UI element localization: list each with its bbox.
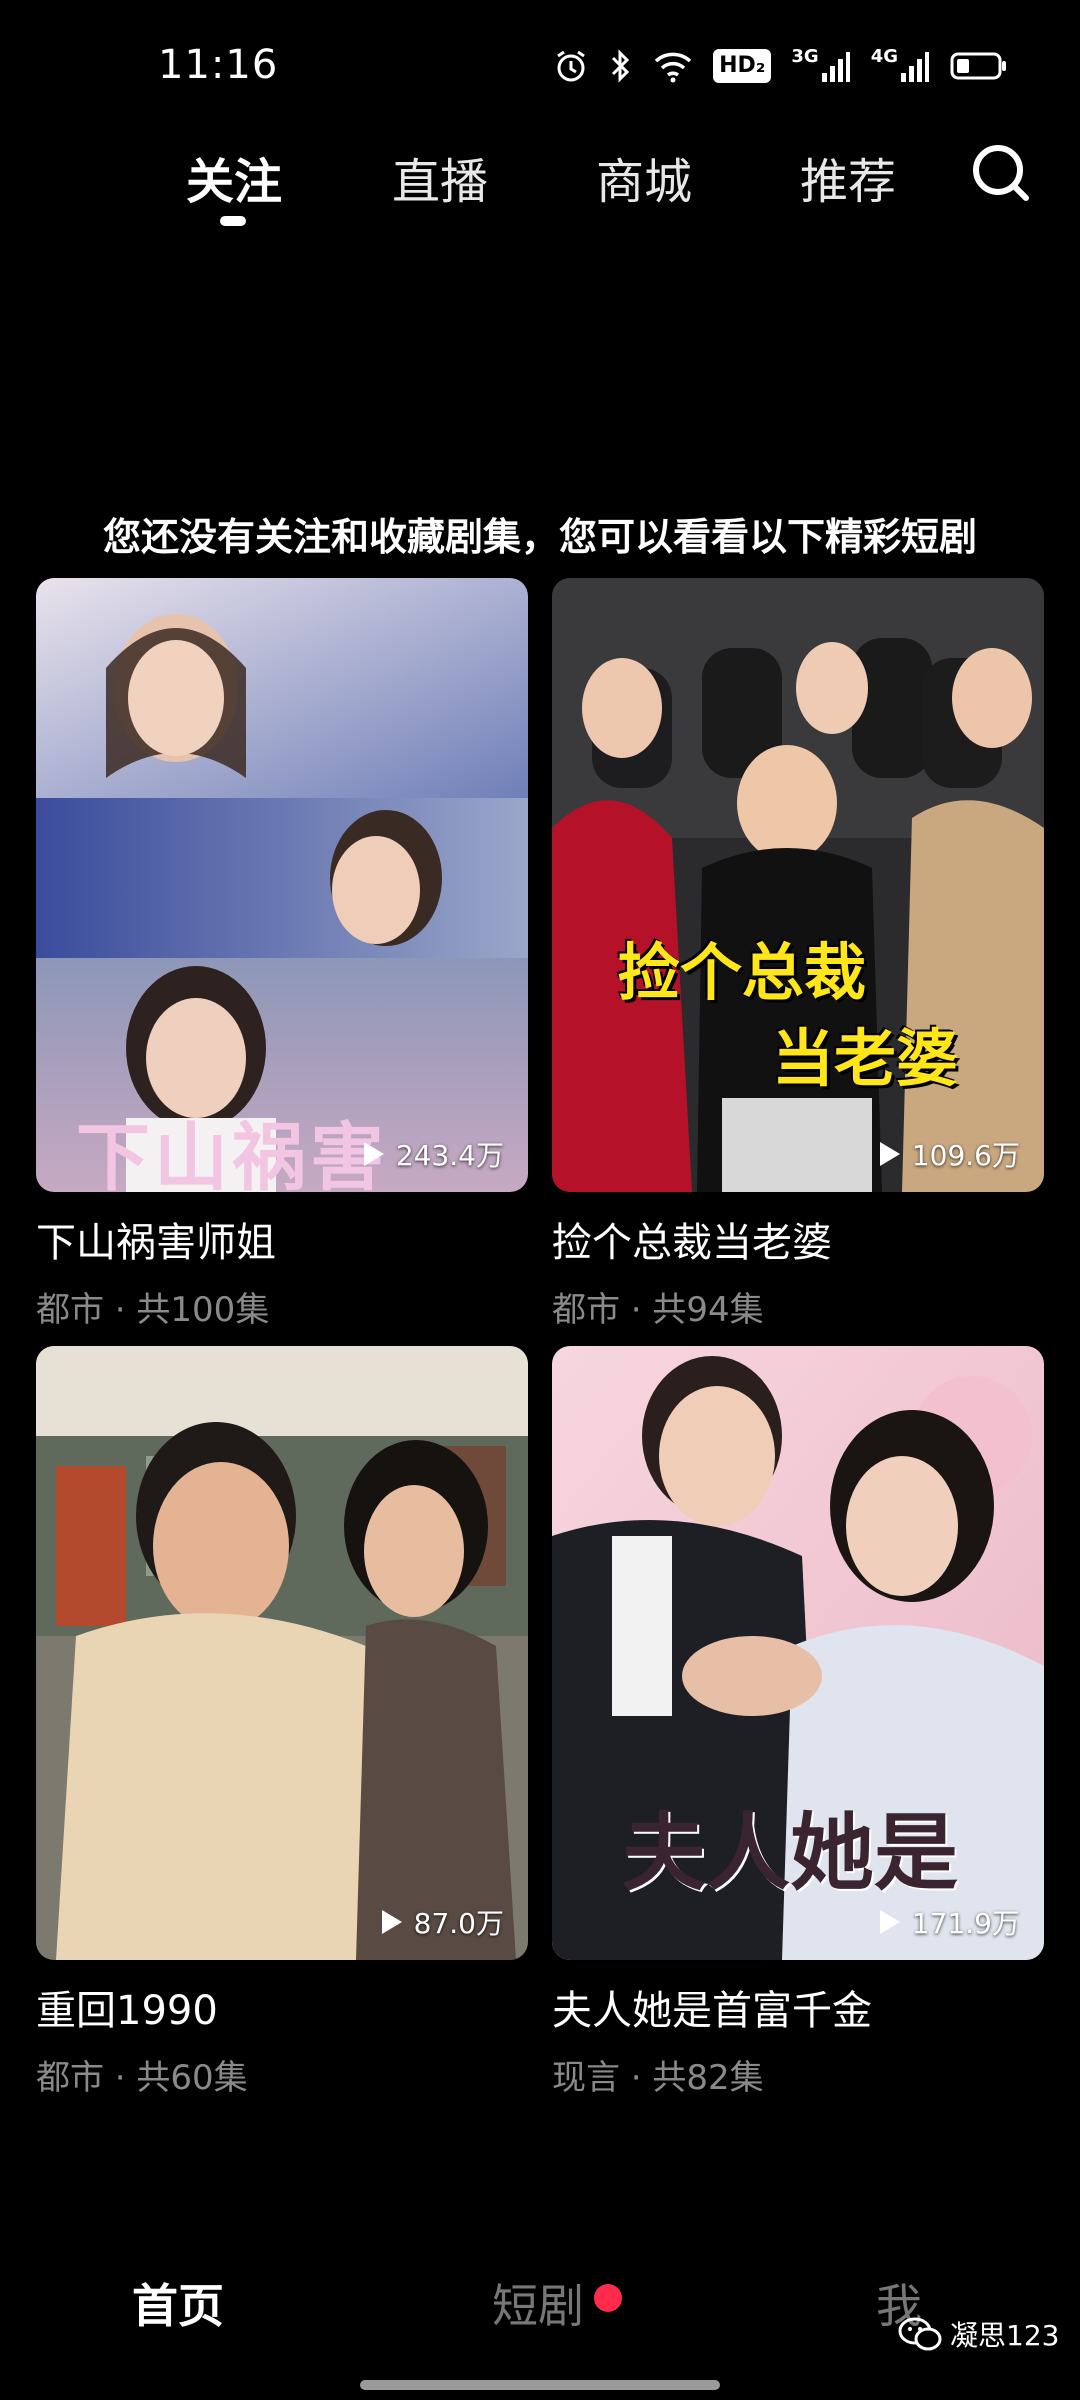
wechat-icon [898, 2317, 942, 2351]
drama-thumbnail[interactable]: 下山祸害 243.4万 [36, 578, 528, 1192]
app-screen: 11:16 HD₂ 3G 4G 关注 直播 商城 推荐 您还没有关注和收藏剧集，… [0, 0, 1080, 2400]
poster-image [552, 578, 1044, 1192]
status-bar: 11:16 HD₂ 3G 4G [0, 0, 1080, 130]
play-count: 109.6万 [878, 1134, 1020, 1174]
drama-meta: 都市 · 共100集 [36, 1290, 270, 1330]
top-nav: 关注 直播 商城 推荐 [0, 120, 1080, 240]
drama-meta: 都市 · 共60集 [36, 2058, 248, 2098]
net-label-2: 4G [870, 46, 898, 67]
wifi-icon [653, 46, 693, 86]
poster-title-text-2: 当老婆 [772, 1022, 959, 1095]
poster-image [36, 1346, 528, 1960]
tab-follow[interactable]: 关注 [186, 142, 282, 212]
drama-card[interactable]: 夫人她是 171.9万 夫人她是首富千金 现言 · 共82集 [552, 1346, 1044, 2099]
drama-card[interactable]: 下山祸害 243.4万 下山祸害师姐 都市 · 共100集 [36, 578, 528, 1331]
search-icon [973, 145, 1029, 201]
signal-4g-icon: 4G [871, 46, 930, 86]
poster-title-text: 夫人她是 [622, 1803, 959, 1902]
play-count: 171.9万 [878, 1902, 1020, 1942]
signal-3g-icon: 3G [791, 46, 850, 86]
play-count-value: 243.4万 [395, 1139, 504, 1172]
bottom-tab-home[interactable]: 首页 [132, 2270, 224, 2336]
drama-card[interactable]: 87.0万 重回1990 都市 · 共60集 [36, 1346, 528, 2099]
alarm-icon [553, 46, 589, 86]
battery-icon [950, 46, 1008, 86]
play-icon [879, 1910, 900, 1934]
bottom-tab-short-drama[interactable]: 短剧 [492, 2270, 584, 2336]
drama-meta: 现言 · 共82集 [552, 2058, 764, 2098]
play-count: 243.4万 [362, 1134, 504, 1174]
hd-badge-text: HD₂ [713, 49, 772, 83]
active-tab-indicator [220, 216, 246, 226]
notification-dot [594, 2284, 622, 2312]
drama-meta: 都市 · 共94集 [552, 1290, 764, 1330]
net-label-1: 3G [791, 46, 819, 67]
drama-title[interactable]: 夫人她是首富千金 [552, 1978, 1044, 2036]
play-icon [381, 1910, 402, 1934]
tab-live[interactable]: 直播 [392, 142, 488, 212]
drama-thumbnail[interactable]: 87.0万 [36, 1346, 528, 1960]
drama-card[interactable]: 捡个总裁 当老婆 109.6万 捡个总裁当老婆 都市 · 共94集 [552, 578, 1044, 1331]
drama-title[interactable]: 下山祸害师姐 [36, 1210, 528, 1268]
play-count-value: 171.9万 [911, 1907, 1020, 1940]
play-count: 87.0万 [380, 1902, 504, 1942]
play-count-value: 87.0万 [413, 1907, 504, 1940]
status-icons: HD₂ 3G 4G [553, 46, 1008, 86]
tab-recommend[interactable]: 推荐 [800, 142, 896, 212]
play-icon [363, 1142, 384, 1166]
poster-title-text: 捡个总裁 [618, 936, 867, 1009]
play-count-value: 109.6万 [911, 1139, 1020, 1172]
drama-thumbnail[interactable]: 夫人她是 171.9万 [552, 1346, 1044, 1960]
empty-follow-hint: 您还没有关注和收藏剧集，您可以看看以下精彩短剧 [102, 515, 977, 559]
search-button[interactable] [968, 140, 1032, 204]
drama-thumbnail[interactable]: 捡个总裁 当老婆 109.6万 [552, 578, 1044, 1192]
poster-title-text: 下山祸害 [76, 1115, 388, 1192]
play-icon [879, 1142, 900, 1166]
status-time: 11:16 [158, 42, 279, 88]
hd-voice-icon: HD₂ [713, 46, 772, 86]
watermark-text: 凝思123 [950, 2319, 1060, 2352]
tab-mall[interactable]: 商城 [596, 142, 692, 212]
drama-title[interactable]: 捡个总裁当老婆 [552, 1210, 1044, 1268]
home-indicator[interactable] [360, 2380, 720, 2390]
drama-title[interactable]: 重回1990 [36, 1978, 528, 2036]
bluetooth-icon [609, 46, 633, 86]
watermark: 凝思123 [898, 2314, 1059, 2354]
